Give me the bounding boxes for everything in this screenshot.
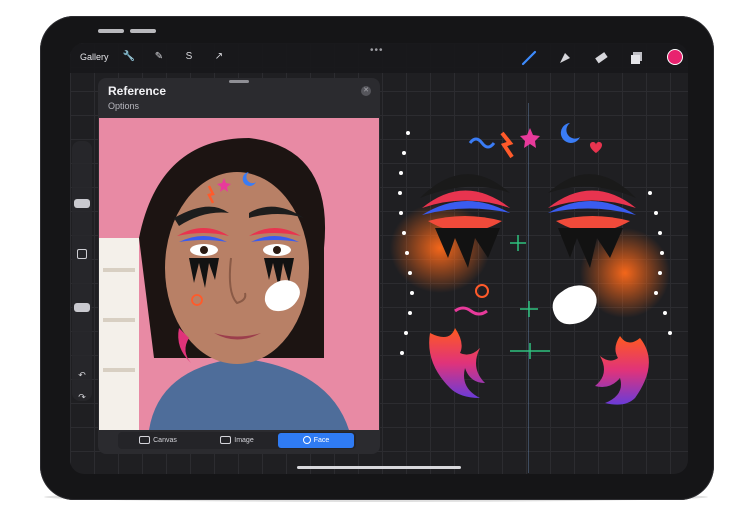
reference-panel: Reference Options ✕ Canvas Image Face [98,78,380,454]
tab-canvas[interactable]: Canvas [120,433,196,448]
more-menu[interactable]: ••• [370,45,384,56]
white-flame-motif [552,285,597,325]
moon-mark [560,123,580,143]
left-flame [429,328,485,398]
gallery-button[interactable]: Gallery [80,52,109,62]
zigzag-mark [500,131,514,159]
home-indicator[interactable] [297,466,461,469]
eraser-icon[interactable] [592,49,610,67]
face-icon [302,436,311,445]
opacity-slider[interactable] [74,303,90,312]
undo-button[interactable]: ↶ [76,369,88,381]
color-picker[interactable] [667,49,683,65]
power-button [130,29,156,33]
layers-icon[interactable] [628,49,646,67]
panel-drag-handle[interactable] [229,80,249,83]
tab-image[interactable]: Image [199,433,275,448]
heart-mark [590,142,602,153]
top-toolbar: Gallery 🔧 ✎ S ↗ ••• [70,43,688,73]
magic-wand-icon[interactable]: ✎ [152,50,166,64]
left-sidebar: ↶ ↷ [72,141,92,403]
alignment-marks [510,235,550,359]
squiggle-mark [468,137,496,149]
tab-image-label: Image [234,437,254,444]
eyedropper-button[interactable] [77,249,87,259]
close-icon[interactable]: ✕ [361,86,371,96]
tab-face-label: Face [313,437,330,444]
tab-face[interactable]: Face [278,433,354,448]
reference-options[interactable]: Options [108,101,139,111]
reference-title: Reference [108,84,167,98]
redo-button[interactable]: ↷ [76,391,88,403]
right-flame [595,336,649,405]
procreate-screen: Gallery 🔧 ✎ S ↗ ••• ↶ ↷ Reference Option… [70,43,688,474]
wrench-icon[interactable]: 🔧 [122,50,136,64]
brush-icon[interactable] [520,49,538,67]
spiral-mark [475,284,489,298]
canvas-icon [139,436,151,445]
tab-canvas-label: Canvas [153,437,177,444]
volume-button [98,29,124,33]
reference-face-photo [99,118,379,430]
star-mark [520,128,540,148]
transform-arrow-icon[interactable]: ↗ [212,50,226,64]
reference-mode-switch: Canvas Image Face [118,432,356,449]
image-icon [220,436,232,445]
smudge-icon[interactable] [556,49,574,67]
brush-size-slider[interactable] [74,199,90,208]
selection-icon[interactable]: S [182,50,196,64]
